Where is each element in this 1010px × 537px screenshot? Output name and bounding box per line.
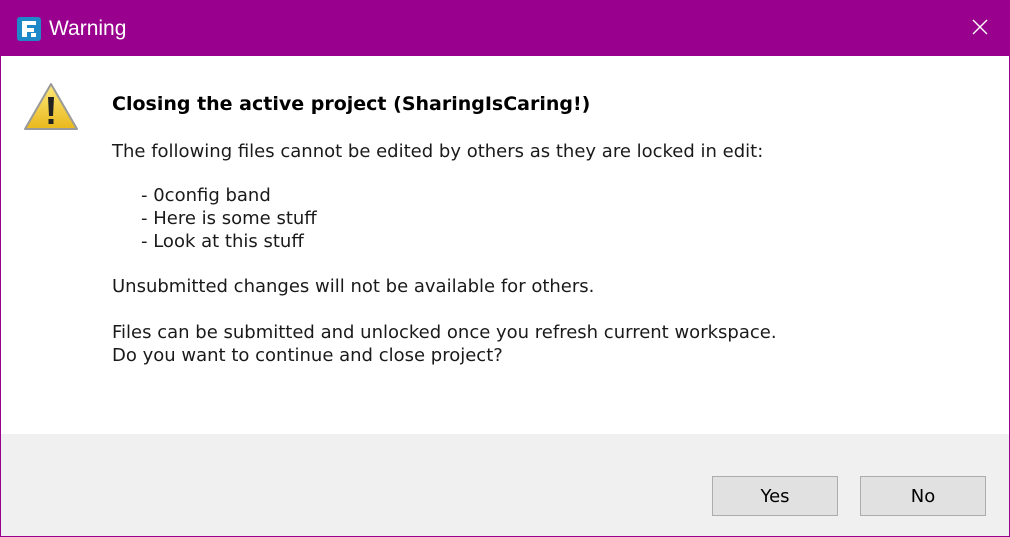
warning-dialog: Warning Closing the active project (Shar… [0,0,1010,537]
close-button[interactable] [951,1,1009,56]
no-button[interactable]: No [860,476,986,516]
locked-files-intro: The following files cannot be edited by … [112,141,764,162]
window-title: Warning [49,17,127,40]
yes-button[interactable]: Yes [712,476,838,516]
list-item: - 0config band [141,185,271,206]
locked-file-list: - 0config band - Here is some stuff - Lo… [141,184,317,253]
continue-question: Do you want to continue and close projec… [112,345,503,366]
list-item: - Here is some stuff [141,208,317,229]
refresh-info: Files can be submitted and unlocked once… [112,322,777,343]
close-icon [972,19,988,39]
list-item: - Look at this stuff [141,231,304,252]
unsubmitted-note: Unsubmitted changes will not be availabl… [112,276,595,297]
app-logo-icon [17,17,41,41]
button-bar: Yes No [1,434,1009,536]
dialog-heading: Closing the active project (SharingIsCar… [112,93,591,115]
title-bar[interactable]: Warning [1,1,1009,56]
warning-icon [23,82,79,132]
message-area: Closing the active project (SharingIsCar… [1,56,1009,434]
